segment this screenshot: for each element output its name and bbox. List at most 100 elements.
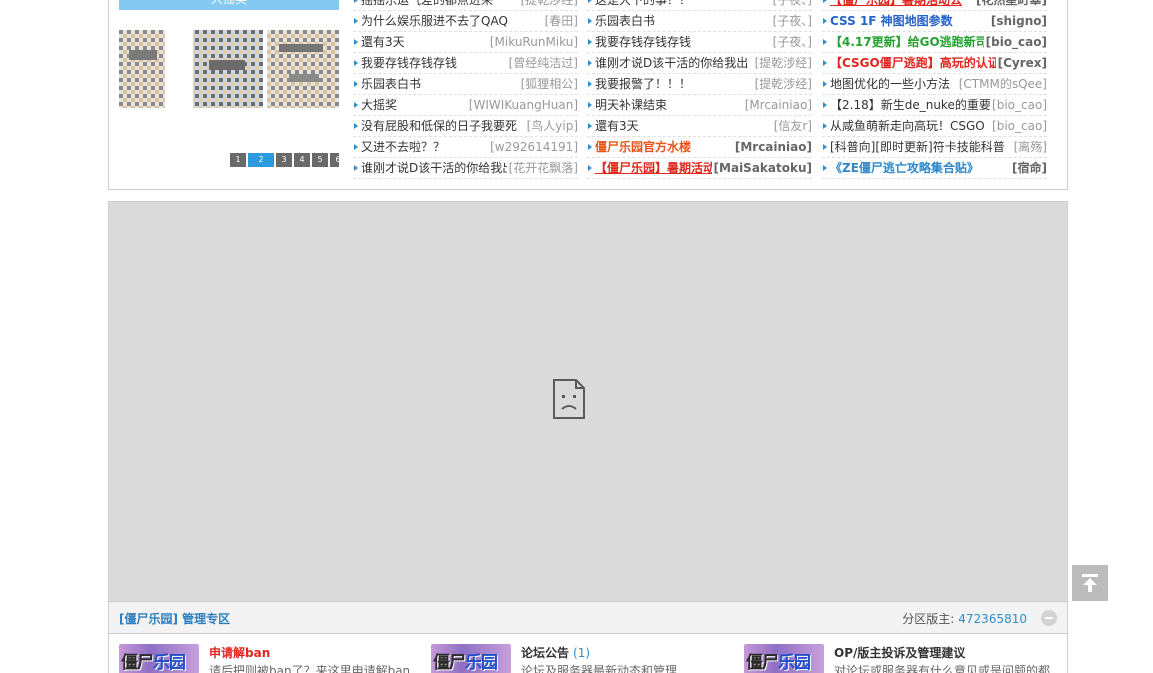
news-author[interactable]: [子夜、] [770, 32, 812, 52]
news-item[interactable]: 【僵尸乐园】暑期活动 [MaiSakatoku] [587, 158, 812, 179]
news-author[interactable]: [狐狸相公] [518, 74, 578, 94]
news-item[interactable]: [科普向][即时更新]符卡技能科普 [离殇] [822, 137, 1047, 158]
news-item[interactable]: 僵尸乐园官方水楼 [Mrcainiao] [587, 137, 812, 158]
news-author[interactable]: [bio_cao] [990, 95, 1047, 115]
back-to-top-button[interactable] [1072, 565, 1108, 601]
news-item[interactable]: 摇摇乐运气差的都点进来 [提乾涉经] [353, 0, 578, 11]
news-item[interactable]: 乐园表白书 [子夜、] [587, 11, 812, 32]
moderator-link[interactable]: 472365810 [958, 612, 1027, 626]
news-title[interactable]: 谁刚才说D该干活的你给我出 [361, 161, 514, 175]
news-title[interactable]: 这是大下的事？？ [595, 0, 691, 7]
news-title[interactable]: 【僵尸乐园】暑期活动 [595, 161, 715, 175]
news-item[interactable]: 从咸鱼萌新走向高玩！CSGO [bio_cao] [822, 116, 1047, 137]
news-item[interactable]: 没有屁股和低保的日子我要死 [鸟人yip] [353, 116, 578, 137]
news-author[interactable]: [Mrcainiao] [742, 95, 812, 115]
news-title[interactable]: 为什么娱乐服进不去了QAQ [361, 14, 508, 28]
news-item[interactable]: 我要存钱存钱存钱 [曾经纯洁过] [353, 53, 578, 74]
news-title[interactable]: 僵尸乐园官方水楼 [595, 140, 691, 154]
news-author[interactable]: [花然星町辜] [974, 0, 1047, 10]
news-author[interactable]: [Mrcainiao] [732, 137, 812, 157]
news-title[interactable]: 我要存钱存钱存钱 [361, 56, 457, 70]
slide-page-1[interactable]: 1 [230, 153, 246, 167]
news-item[interactable]: 明天补课结束 [Mrcainiao] [587, 95, 812, 116]
news-item[interactable]: 谁刚才说D该干活的你给我出 [花开花飘落] [353, 158, 578, 179]
news-author[interactable]: [shigno] [988, 11, 1047, 31]
news-title[interactable]: 从咸鱼萌新走向高玩！CSGO [830, 119, 985, 133]
news-author[interactable]: [bio_cao] [990, 116, 1047, 136]
news-author[interactable]: [w292614191] [488, 137, 578, 157]
news-author[interactable]: [花开花飘落] [506, 158, 578, 178]
news-title[interactable]: 我要存钱存钱存钱 [595, 35, 691, 49]
news-item[interactable]: 還有3天 [信友r] [587, 116, 812, 137]
news-author[interactable]: [CTMM的sQee] [956, 74, 1047, 94]
news-author[interactable]: [WIWIKuangHuan] [466, 95, 578, 115]
news-author[interactable]: [鸟人yip] [524, 116, 578, 136]
slide-page-5[interactable]: 5 [312, 153, 328, 167]
news-item[interactable]: 還有3天 [MikuRunMiku] [353, 32, 578, 53]
news-author[interactable]: [提乾涉经] [752, 53, 812, 73]
news-item[interactable]: 【僵尸乐园】暑期活动公 [花然星町辜] [822, 0, 1047, 11]
news-title[interactable]: 《ZE僵尸逃亡攻略集合贴》 [830, 161, 979, 175]
news-item[interactable]: 这是大下的事？？ [子夜、] [587, 0, 812, 11]
news-title[interactable]: 我要报警了！！！ [595, 77, 691, 91]
news-author[interactable]: [宿命] [1010, 158, 1047, 178]
news-title[interactable]: 乐园表白书 [595, 14, 655, 28]
slideshow[interactable]: 大摇奖 1 2 [119, 0, 339, 173]
slide-caption[interactable]: 大摇奖 [119, 0, 339, 10]
news-item[interactable]: CSS 1F 神图地图参数 [shigno] [822, 11, 1047, 32]
news-title[interactable]: 没有屁股和低保的日子我要死 [361, 119, 517, 133]
news-item[interactable]: 我要报警了！！！ [提乾涉经] [587, 74, 812, 95]
news-item[interactable]: 又进不去啦？？ [w292614191] [353, 137, 578, 158]
forum-logo[interactable]: 僵尸乐园 [119, 644, 199, 673]
slide-page-3[interactable]: 3 [276, 153, 292, 167]
news-title[interactable]: 大摇奖 [361, 98, 397, 112]
news-item[interactable]: 地图优化的一些小方法 [CTMM的sQee] [822, 74, 1047, 95]
forum-name[interactable]: 论坛公告 (1) [521, 644, 590, 661]
news-author[interactable]: [曾经纯洁过] [506, 53, 578, 73]
news-author[interactable]: [离殇] [1011, 137, 1047, 157]
slide-image[interactable] [119, 30, 339, 114]
news-title[interactable]: 【2.18】新生de_nuke的重要 [830, 98, 991, 112]
news-title[interactable]: 地图优化的一些小方法 [830, 77, 950, 91]
forum-logo[interactable]: 僵尸乐园 [744, 644, 824, 673]
slide-page-2[interactable]: 2 [248, 153, 274, 167]
forum-name[interactable]: OP/版主投诉及管理建议 [834, 644, 965, 661]
slide-page-6[interactable]: 6 [330, 153, 339, 167]
news-author[interactable]: [MikuRunMiku] [487, 32, 578, 52]
news-title[interactable]: CSS 1F 神图地图参数 [830, 14, 953, 28]
news-title[interactable]: 摇摇乐运气差的都点进来 [361, 0, 493, 7]
section-title[interactable]: [僵尸乐园] 管理专区 [119, 610, 230, 627]
news-author[interactable]: [信友r] [771, 116, 812, 136]
news-title[interactable]: 【4.17更新】给GO逃跑新司 [830, 35, 988, 49]
news-author[interactable]: [Cyrex] [995, 53, 1047, 73]
news-title[interactable]: 【CSGO僵尸逃跑】高玩的认证 [830, 56, 1000, 70]
news-title[interactable]: 谁刚才说D该干活的你给我出 [595, 56, 748, 70]
news-title[interactable]: 明天补课结束 [595, 98, 667, 112]
news-item[interactable]: 我要存钱存钱存钱 [子夜、] [587, 32, 812, 53]
news-item[interactable]: 《ZE僵尸逃亡攻略集合贴》 [宿命] [822, 158, 1047, 179]
forum-logo[interactable]: 僵尸乐园 [431, 644, 511, 673]
news-title[interactable]: 【僵尸乐园】暑期活动公 [830, 0, 962, 7]
news-author[interactable]: [子夜、] [770, 11, 812, 31]
news-title[interactable]: [科普向][即时更新]符卡技能科普 [830, 140, 1005, 154]
news-author[interactable]: [MaiSakatoku] [711, 158, 812, 178]
news-author[interactable]: [提乾涉经] [752, 74, 812, 94]
news-item[interactable]: 乐园表白书 [狐狸相公] [353, 74, 578, 95]
news-item[interactable]: 大摇奖 [WIWIKuangHuan] [353, 95, 578, 116]
news-title[interactable]: 又进不去啦？？ [361, 140, 445, 154]
news-item[interactable]: 【CSGO僵尸逃跑】高玩的认证 [Cyrex] [822, 53, 1047, 74]
collapse-icon[interactable] [1041, 610, 1057, 626]
news-author[interactable]: [bio_cao] [983, 32, 1047, 52]
news-item[interactable]: 【4.17更新】给GO逃跑新司 [bio_cao] [822, 32, 1047, 53]
news-author[interactable]: [子夜、] [770, 0, 812, 10]
forum-name[interactable]: 申请解ban [209, 644, 270, 661]
news-item[interactable]: 【2.18】新生de_nuke的重要 [bio_cao] [822, 95, 1047, 116]
news-item[interactable]: 谁刚才说D该干活的你给我出 [提乾涉经] [587, 53, 812, 74]
news-item[interactable]: 为什么娱乐服进不去了QAQ [春田] [353, 11, 578, 32]
news-author[interactable]: [提乾涉经] [518, 0, 578, 10]
news-title[interactable]: 還有3天 [595, 119, 639, 133]
slide-page-4[interactable]: 4 [294, 153, 310, 167]
news-title[interactable]: 乐园表白书 [361, 77, 421, 91]
news-author[interactable]: [春田] [542, 11, 578, 31]
news-title[interactable]: 還有3天 [361, 35, 405, 49]
